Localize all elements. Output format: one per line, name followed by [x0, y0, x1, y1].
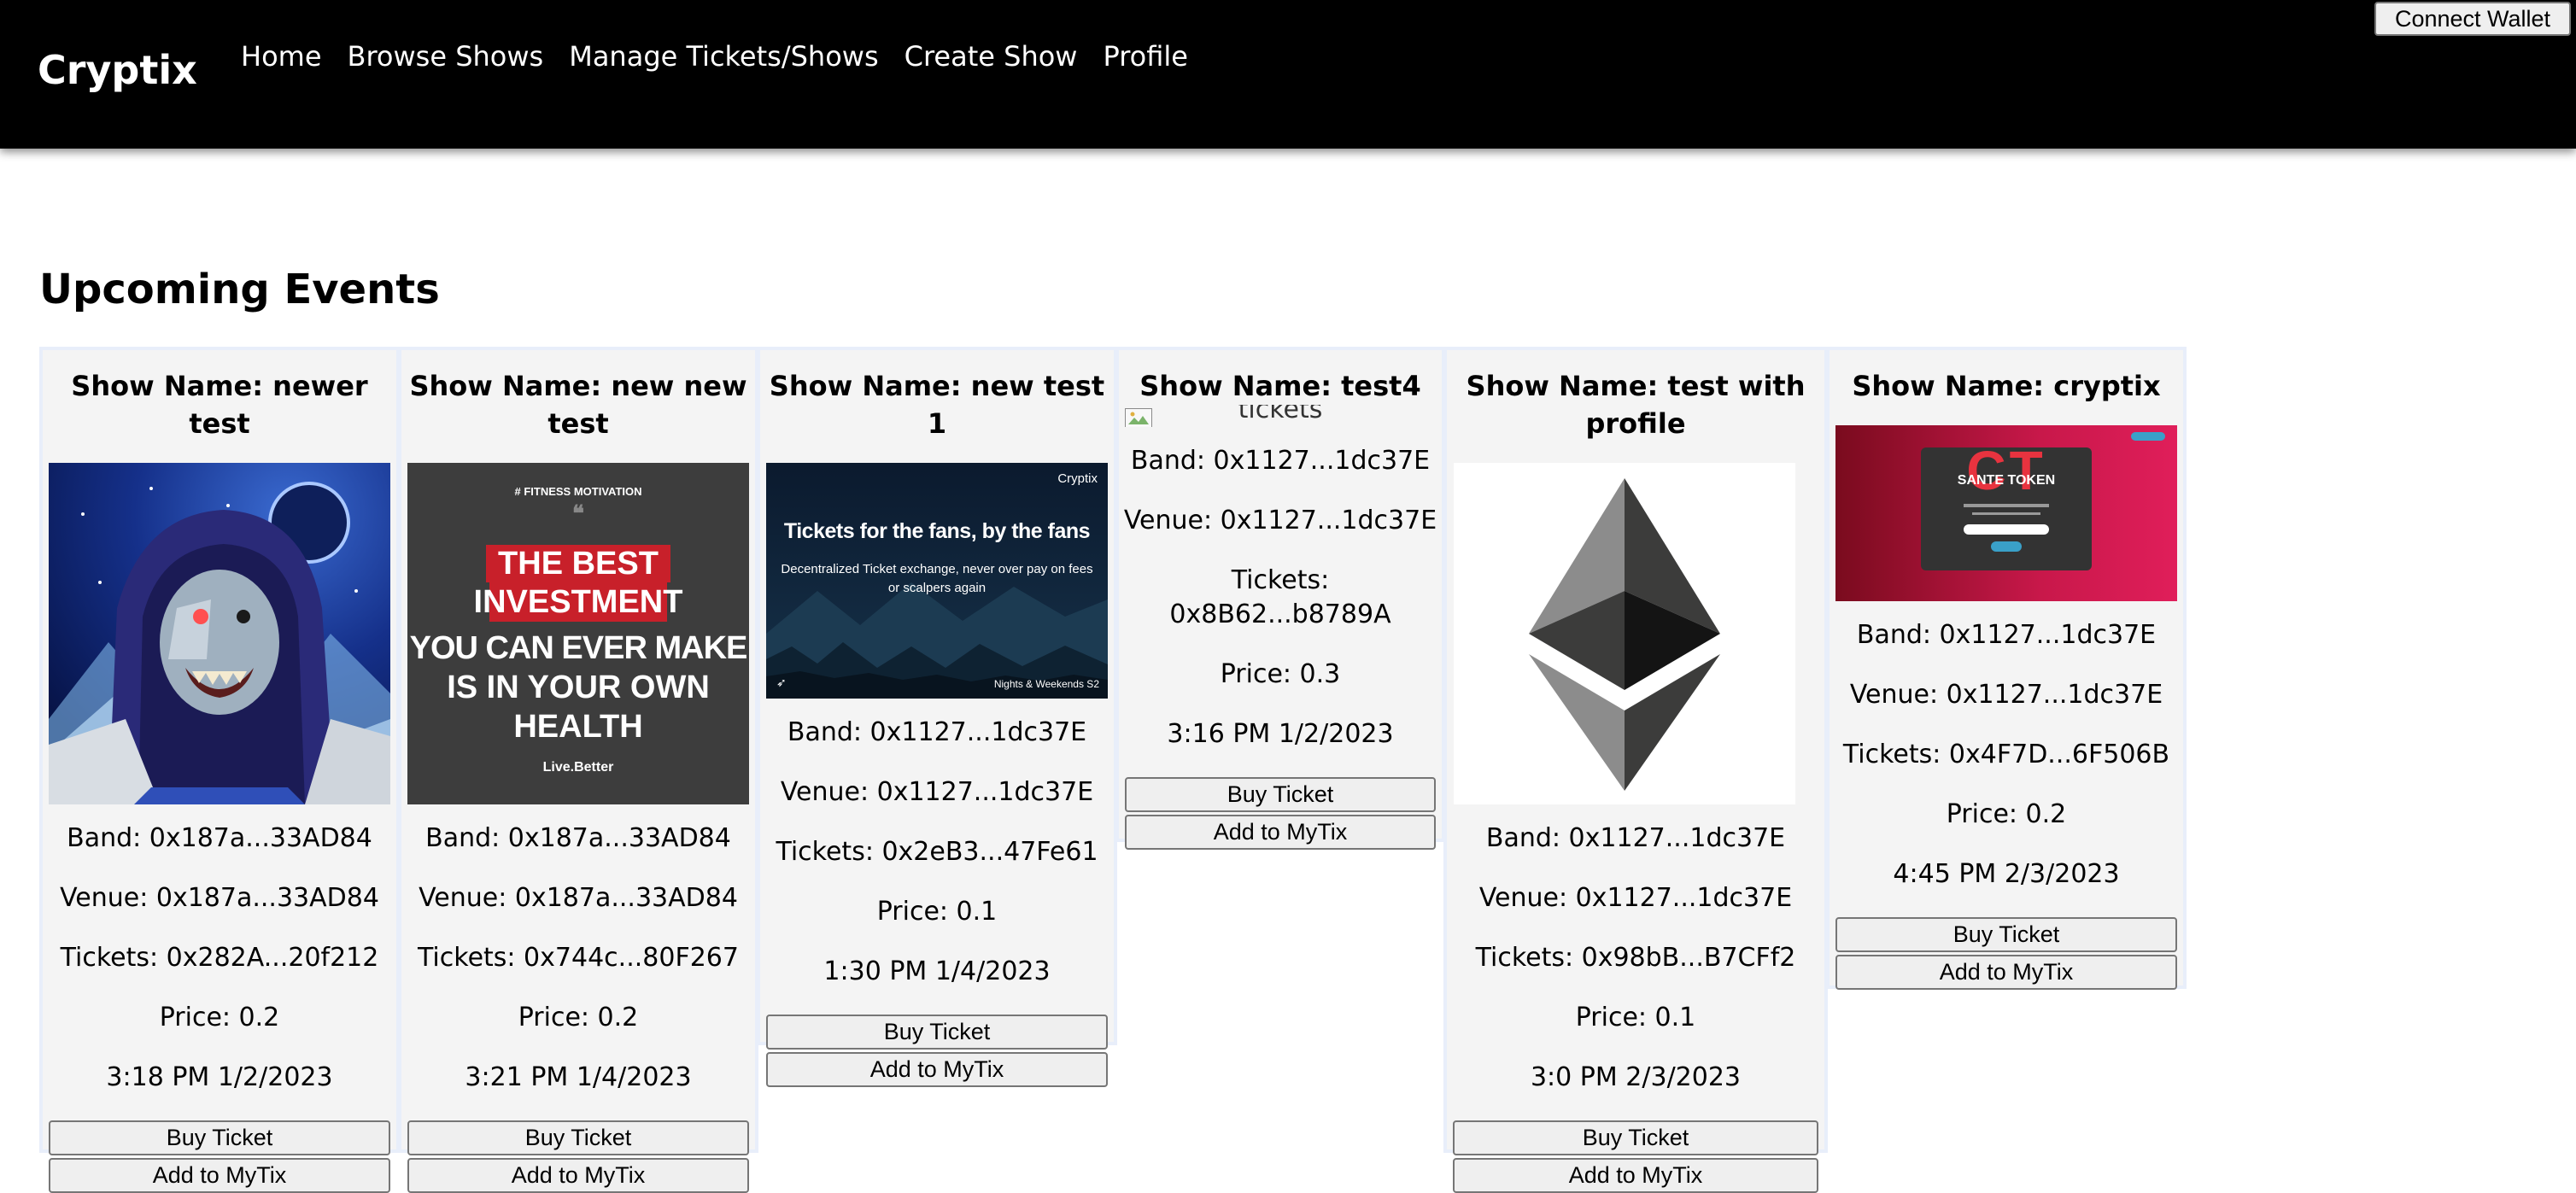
show-name: Show Name: new test 1 [769, 370, 1105, 440]
band-address: Band: 0x187a...33AD84 [67, 823, 372, 853]
event-card: Show Name: new new test # FITNESS MOTIVA… [401, 350, 755, 1193]
tickets-address: Tickets: 0x2eB3...47Fe61 [776, 837, 1098, 867]
tickets-address: Tickets: 0x8B62...b8789A [1169, 565, 1391, 629]
nav-profile[interactable]: Profile [1103, 38, 1188, 75]
sante-token-label: SANTE TOKEN [1957, 473, 2056, 488]
show-name: Show Name: test with profile [1466, 370, 1806, 440]
venue-address: Venue: 0x1127...1dc37E [1123, 506, 1437, 535]
banner-brand: Cryptix [1057, 471, 1098, 486]
event-datetime: 1:30 PM 1/4/2023 [823, 956, 1051, 986]
buy-ticket-button[interactable]: Buy Ticket [1835, 917, 2177, 952]
add-to-mytix-button[interactable]: Add to MyTix [766, 1052, 1108, 1087]
buy-ticket-button[interactable]: Buy Ticket [49, 1120, 390, 1155]
event-datetime: 3:0 PM 2/3/2023 [1530, 1062, 1742, 1092]
top-navbar: Cryptix Home Browse Shows Manage Tickets… [0, 0, 2576, 149]
buy-ticket-button[interactable]: Buy Ticket [766, 1015, 1108, 1050]
event-image[interactable]: # FITNESS MOTIVATION ❝ THE BEST INVESTME… [407, 463, 749, 804]
connect-wallet-button[interactable]: Connect Wallet [2374, 2, 2571, 36]
poster-line-5: HEALTH [513, 709, 643, 745]
band-address: Band: 0x1127...1dc37E [787, 717, 1087, 747]
broken-event-image[interactable]: tickets [1125, 405, 1436, 427]
quote-icon: ❝ [572, 500, 584, 526]
bird-icon: ➶ [776, 675, 787, 689]
page-title: Upcoming Events [39, 266, 440, 313]
add-to-mytix-button[interactable]: Add to MyTix [49, 1158, 390, 1193]
venue-address: Venue: 0x1127...1dc37E [1478, 883, 1793, 913]
brand-logo[interactable]: Cryptix [38, 44, 197, 96]
poster-line-4: IS IN YOUR OWN [447, 670, 710, 705]
add-to-mytix-button[interactable]: Add to MyTix [1453, 1158, 1818, 1193]
add-to-mytix-button[interactable]: Add to MyTix [407, 1158, 749, 1193]
event-card: Show Name: test4 tickets Band: 0x1127...… [1119, 350, 1442, 850]
event-datetime: 3:21 PM 1/4/2023 [465, 1062, 692, 1092]
ticket-price: Price: 0.2 [159, 1003, 280, 1032]
show-name: Show Name: new new test [409, 370, 747, 440]
venue-address: Venue: 0x1127...1dc37E [780, 777, 1094, 807]
nav-home[interactable]: Home [241, 38, 322, 75]
buy-ticket-button[interactable]: Buy Ticket [1453, 1120, 1818, 1155]
nav-browse-shows[interactable]: Browse Shows [348, 38, 544, 75]
event-image[interactable]: CT SANTE TOKEN [1835, 425, 2177, 601]
banner-footer: Nights & Weekends S2 [993, 678, 1099, 690]
event-image[interactable]: Cryptix Tickets for the fans, by the fan… [766, 463, 1108, 699]
tickets-address: Tickets: 0x744c...80F267 [418, 943, 739, 973]
event-image[interactable] [1454, 463, 1795, 804]
event-datetime: 3:18 PM 1/2/2023 [106, 1062, 333, 1092]
add-to-mytix-button[interactable]: Add to MyTix [1835, 955, 2177, 990]
tickets-address: Tickets: 0x282A...20f212 [60, 943, 379, 973]
event-card: Show Name: cryptix CT SANTE TOKEN Band: … [1830, 350, 2183, 990]
tickets-address: Tickets: 0x98bB...B7CFf2 [1475, 943, 1796, 973]
banner-headline: Tickets for the fans, by the fans [783, 519, 1091, 543]
ticket-price: Price: 0.3 [1220, 659, 1341, 689]
add-to-mytix-button[interactable]: Add to MyTix [1125, 815, 1436, 850]
nav-manage-tickets-shows[interactable]: Manage Tickets/Shows [569, 38, 878, 75]
nav-links: Home Browse Shows Manage Tickets/Shows C… [241, 38, 1188, 75]
show-name: Show Name: cryptix [1852, 370, 2161, 402]
show-name: Show Name: test4 [1139, 370, 1421, 402]
buy-ticket-button[interactable]: Buy Ticket [1125, 777, 1436, 812]
band-address: Band: 0x187a...33AD84 [425, 823, 731, 853]
event-image[interactable] [49, 463, 390, 804]
buy-ticket-button[interactable]: Buy Ticket [407, 1120, 749, 1155]
poster-line-2: INVESTMENT [473, 584, 683, 620]
show-name: Show Name: newer test [71, 370, 368, 440]
event-datetime: 4:45 PM 2/3/2023 [1893, 859, 2120, 889]
image-alt-text: tickets [1238, 405, 1323, 424]
poster-footer: Live.Better [542, 760, 614, 775]
venue-address: Venue: 0x187a...33AD84 [60, 883, 379, 913]
nav-create-show[interactable]: Create Show [905, 38, 1078, 75]
ticket-price: Price: 0.2 [1946, 799, 2067, 829]
ticket-price: Price: 0.2 [518, 1003, 639, 1032]
ticket-price: Price: 0.1 [1575, 1003, 1696, 1032]
banner-subtitle: Decentralized Ticket exchange, never ove… [781, 562, 1093, 595]
band-address: Band: 0x1127...1dc37E [1130, 446, 1431, 476]
event-card: Show Name: new test 1 Cryptix Tickets fo… [760, 350, 1114, 1087]
tickets-address: Tickets: 0x4F7D...6F506B [1842, 740, 2170, 769]
poster-line-3: YOU CAN EVER MAKE [409, 630, 748, 666]
band-address: Band: 0x1127...1dc37E [1856, 620, 2157, 650]
event-card: Show Name: newer test Band: 0x187a...33A… [43, 350, 396, 1193]
poster-tag: # FITNESS MOTIVATION [514, 485, 642, 498]
venue-address: Venue: 0x1127...1dc37E [1849, 680, 2163, 710]
event-card: Show Name: test with profile Band: 0x112… [1447, 350, 1824, 1193]
poster-line-1: THE BEST [498, 546, 659, 582]
ct-logo: CT [1966, 440, 2046, 501]
event-datetime: 3:16 PM 1/2/2023 [1167, 719, 1394, 749]
band-address: Band: 0x1127...1dc37E [1485, 823, 1786, 853]
venue-address: Venue: 0x187a...33AD84 [419, 883, 738, 913]
ticket-price: Price: 0.1 [876, 897, 998, 927]
